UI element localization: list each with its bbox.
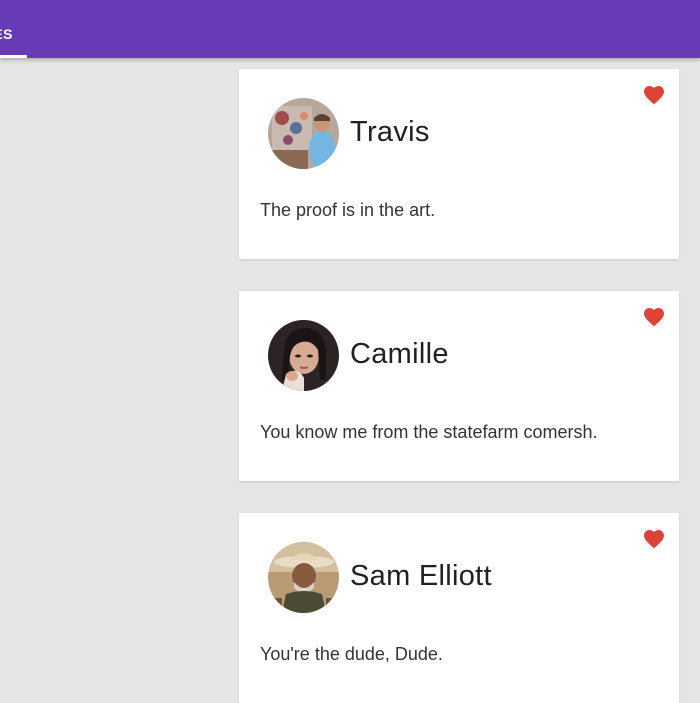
app-bar: ES	[0, 0, 700, 58]
tab-favorites[interactable]: ES	[0, 0, 27, 58]
profile-card[interactable]: Sam Elliott You're the dude, Dude.	[239, 513, 679, 703]
profile-bio: You know me from the statefarm comersh.	[260, 422, 598, 442]
avatar	[268, 98, 339, 169]
heart-icon[interactable]	[642, 305, 666, 327]
heart-icon[interactable]	[642, 527, 666, 549]
profile-card[interactable]: Travis The proof is in the art.	[239, 69, 679, 259]
avatar	[268, 320, 339, 391]
tab-active-indicator	[0, 55, 27, 58]
avatar	[268, 542, 339, 613]
profile-name: Camille	[350, 338, 449, 370]
profile-bio: You're the dude, Dude.	[260, 644, 443, 664]
tab-label: ES	[0, 26, 13, 42]
heart-icon[interactable]	[642, 83, 666, 105]
profile-name: Travis	[350, 116, 430, 148]
profile-card[interactable]: Camille You know me from the statefarm c…	[239, 291, 679, 481]
profile-bio: The proof is in the art.	[260, 200, 436, 220]
profile-name: Sam Elliott	[350, 560, 492, 592]
